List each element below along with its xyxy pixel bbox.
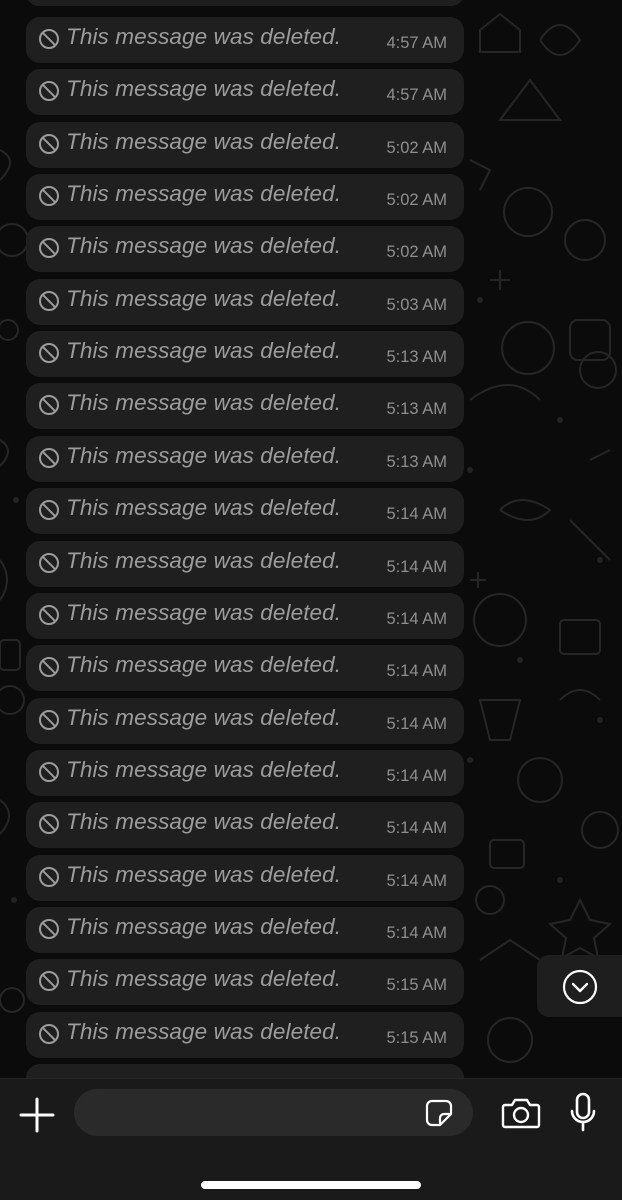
- message-text: This message was deleted.: [66, 652, 342, 677]
- deleted-message-bubble[interactable]: This message was deleted. 5:14 AM: [26, 645, 464, 691]
- deleted-message-bubble[interactable]: This message was deleted. 5:02 AM: [26, 122, 464, 168]
- message-timestamp: 5:14 AM: [386, 558, 447, 576]
- message-text: This message was deleted.: [66, 495, 342, 520]
- sticker-icon[interactable]: [425, 1099, 453, 1127]
- deleted-message-bubble[interactable]: This message was deleted. 5:14 AM: [26, 698, 464, 744]
- ban-icon: [39, 1024, 59, 1044]
- message-timestamp: 5:15 AM: [386, 1029, 447, 1047]
- ban-icon: [39, 448, 59, 468]
- message-timestamp: 5:14 AM: [386, 505, 447, 523]
- ban-icon: [39, 238, 59, 258]
- ban-icon: [39, 500, 59, 520]
- ban-icon: [39, 29, 59, 49]
- message-timestamp: 5:02 AM: [386, 243, 447, 261]
- ban-icon: [39, 762, 59, 782]
- ban-icon: [39, 919, 59, 939]
- ban-icon: [39, 553, 59, 573]
- message-text: This message was deleted.: [66, 600, 342, 625]
- ban-icon: [39, 81, 59, 101]
- scroll-to-bottom-button[interactable]: [537, 955, 622, 1017]
- message-text: This message was deleted.: [66, 338, 342, 363]
- plus-icon[interactable]: [18, 1096, 56, 1134]
- message-text: This message was deleted.: [66, 757, 342, 782]
- message-text: This message was deleted.: [66, 390, 342, 415]
- deleted-message-bubble[interactable]: This message was deleted. 5:02 AM: [26, 174, 464, 220]
- message-text: This message was deleted.: [66, 76, 342, 101]
- message-text: This message was deleted.: [66, 181, 342, 206]
- deleted-message-bubble[interactable]: This message was deleted. 4:57 AM: [26, 69, 464, 115]
- ban-icon: [39, 291, 59, 311]
- message-text: This message was deleted.: [66, 705, 342, 730]
- deleted-message-bubble[interactable]: This message was deleted. 5:14 AM: [26, 907, 464, 953]
- message-text: This message was deleted.: [66, 286, 342, 311]
- message-text: This message was deleted.: [66, 809, 342, 834]
- message-timestamp: 4:57 AM: [386, 86, 447, 104]
- message-text: This message was deleted.: [66, 548, 342, 573]
- message-text: This message was deleted.: [66, 1019, 342, 1044]
- deleted-message-bubble[interactable]: This message was deleted. 5:14 AM: [26, 541, 464, 587]
- deleted-message-bubble[interactable]: This message was deleted. 5:14 AM: [26, 750, 464, 796]
- deleted-message-bubble[interactable]: This message was deleted. 5:14 AM: [26, 488, 464, 534]
- deleted-message-bubble[interactable]: This message was deleted. 5:14 AM: [26, 593, 464, 639]
- message-text: This message was deleted.: [66, 966, 342, 991]
- message-bubble-partial: [26, 0, 464, 6]
- deleted-message-bubble[interactable]: This message was deleted. 5:15 AM: [26, 959, 464, 1005]
- message-timestamp: 5:13 AM: [386, 400, 447, 418]
- ban-icon: [39, 657, 59, 677]
- message-timestamp: 5:03 AM: [386, 296, 447, 314]
- message-timestamp: 5:14 AM: [386, 924, 447, 942]
- message-timestamp: 5:14 AM: [386, 715, 447, 733]
- message-timestamp: 5:14 AM: [386, 819, 447, 837]
- deleted-message-bubble[interactable]: This message was deleted. 5:13 AM: [26, 383, 464, 429]
- message-timestamp: 5:02 AM: [386, 191, 447, 209]
- chevron-down-circle-icon: [562, 969, 598, 1005]
- message-timestamp: 5:14 AM: [386, 767, 447, 785]
- ban-icon: [39, 867, 59, 887]
- ban-icon: [39, 134, 59, 154]
- message-text: This message was deleted.: [66, 233, 342, 258]
- ban-icon: [39, 710, 59, 730]
- deleted-message-bubble[interactable]: This message was deleted. 5:14 AM: [26, 802, 464, 848]
- message-timestamp: 5:02 AM: [386, 139, 447, 157]
- deleted-message-bubble[interactable]: This message was deleted. 5:13 AM: [26, 436, 464, 482]
- deleted-message-bubble[interactable]: This message was deleted. 4:57 AM: [26, 17, 464, 63]
- message-text: This message was deleted.: [66, 914, 342, 939]
- home-indicator: [201, 1181, 421, 1189]
- camera-icon[interactable]: [501, 1097, 541, 1129]
- message-timestamp: 4:57 AM: [386, 34, 447, 52]
- ban-icon: [39, 186, 59, 206]
- deleted-message-bubble[interactable]: This message was deleted. 5:02 AM: [26, 226, 464, 272]
- message-timestamp: 5:13 AM: [386, 453, 447, 471]
- ban-icon: [39, 971, 59, 991]
- message-timestamp: 5:14 AM: [386, 872, 447, 890]
- message-text: This message was deleted.: [66, 443, 342, 468]
- message-text: This message was deleted.: [66, 24, 342, 49]
- ban-icon: [39, 343, 59, 363]
- ban-icon: [39, 605, 59, 625]
- deleted-message-bubble[interactable]: This message was deleted. 5:15 AM: [26, 1012, 464, 1058]
- message-timestamp: 5:14 AM: [386, 610, 447, 628]
- message-text: This message was deleted.: [66, 129, 342, 154]
- message-list[interactable]: This message was deleted. 4:57 AM This mes…: [0, 0, 622, 1078]
- microphone-icon[interactable]: [569, 1092, 597, 1134]
- message-input[interactable]: [74, 1089, 473, 1136]
- message-bubble-partial: [26, 1064, 464, 1078]
- message-timestamp: 5:14 AM: [386, 662, 447, 680]
- message-timestamp: 5:15 AM: [386, 976, 447, 994]
- chat-screen: This message was deleted. 4:57 AM This mes…: [0, 0, 622, 1200]
- ban-icon: [39, 814, 59, 834]
- message-timestamp: 5:13 AM: [386, 348, 447, 366]
- deleted-message-bubble[interactable]: This message was deleted. 5:14 AM: [26, 855, 464, 901]
- message-text: This message was deleted.: [66, 862, 342, 887]
- ban-icon: [39, 395, 59, 415]
- deleted-message-bubble[interactable]: This message was deleted. 5:13 AM: [26, 331, 464, 377]
- deleted-message-bubble[interactable]: This message was deleted. 5:03 AM: [26, 279, 464, 325]
